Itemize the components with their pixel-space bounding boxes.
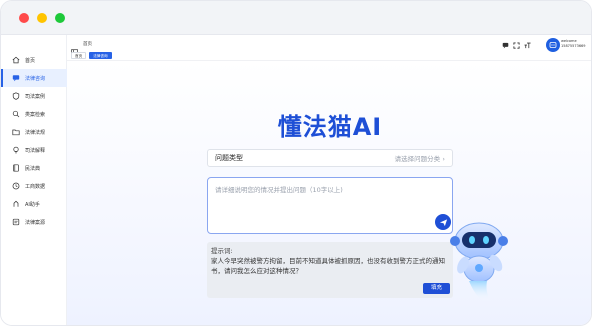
- message-icon[interactable]: [502, 42, 509, 49]
- header-tools: [502, 42, 531, 49]
- select-value: 请选择问题分类 ›: [395, 153, 445, 163]
- maximize-window-button[interactable]: [55, 13, 65, 23]
- main-content: 懂法猫AI 问题类型 请选择问题分类 › 请详细说明您的情况并提出问题（10字以…: [67, 61, 591, 325]
- sidebar-item-label: 法律咨询: [25, 75, 46, 82]
- hint-title: 提示词:: [211, 247, 233, 255]
- user-phone: 15875573669: [561, 44, 586, 48]
- chevron-right-icon: ›: [442, 155, 445, 163]
- question-input[interactable]: 请详细说明您的情况并提出问题（10字以上): [207, 177, 453, 234]
- sidebar-item-ai-assistant[interactable]: AI助手: [1, 195, 67, 213]
- hint-text: 家人今早突然被警方拘留，目前不知道具体被抓原因，也没有收到警方正式的通知书，请问…: [211, 257, 445, 275]
- sidebar-item-case-source[interactable]: 法律案源: [1, 213, 67, 231]
- select-placeholder: 请选择问题分类: [394, 155, 441, 163]
- sidebar-item-label: 类案检索: [25, 111, 46, 118]
- question-type-select[interactable]: 问题类型 请选择问题分类 ›: [207, 149, 453, 167]
- sidebar-item-label: 司法解释: [25, 147, 46, 154]
- robot-icon: [12, 200, 20, 208]
- close-window-button[interactable]: [19, 13, 29, 23]
- user-avatar[interactable]: [546, 38, 560, 52]
- search-icon: [12, 110, 20, 118]
- user-info[interactable]: welcome 15875573669: [561, 39, 586, 49]
- sidebar-item-label: 法律法规: [25, 129, 46, 136]
- select-label: 问题类型: [215, 154, 243, 162]
- window-titlebar: [1, 1, 591, 35]
- page-title: 懂法猫AI: [277, 113, 383, 141]
- sidebar-item-case-search[interactable]: 类案检索: [1, 105, 67, 123]
- sidebar-item-judicial-interpretation[interactable]: 司法解释: [1, 141, 67, 159]
- breadcrumb[interactable]: 首页: [83, 41, 92, 47]
- robot-mascot: [450, 222, 508, 302]
- folder-icon: [12, 128, 20, 136]
- minimize-window-button[interactable]: [37, 13, 47, 23]
- sidebar-item-label: 工商数据: [25, 183, 46, 190]
- top-bar: 首页 首页 法律咨询 welcome 15875573669: [67, 35, 591, 61]
- app-window: 首页 法律咨询 司法案例 类案检索 法律法规 司法解释 民法典 工商数据 AI助…: [0, 0, 592, 326]
- menu-toggle-icon[interactable]: [71, 41, 78, 56]
- book-icon: [12, 164, 20, 172]
- sidebar: 首页 法律咨询 司法案例 类案检索 法律法规 司法解释 民法典 工商数据 AI助…: [1, 35, 67, 325]
- sidebar-item-judicial-cases[interactable]: 司法案例: [1, 87, 67, 105]
- sidebar-item-label: 首页: [25, 57, 36, 64]
- sidebar-item-label: AI助手: [25, 201, 40, 208]
- page-tabs: 首页 法律咨询: [71, 52, 112, 59]
- tab-legal-consult[interactable]: 法律咨询: [89, 52, 112, 59]
- tab-home[interactable]: 首页: [71, 52, 87, 59]
- sidebar-item-laws[interactable]: 法律法规: [1, 123, 67, 141]
- sidebar-item-legal-consult[interactable]: 法律咨询: [1, 69, 67, 87]
- document-icon: [12, 218, 20, 226]
- sidebar-item-label: 司法案例: [25, 93, 46, 100]
- shield-icon: [12, 92, 20, 100]
- chat-icon: [12, 74, 20, 82]
- sidebar-item-label: 民法典: [25, 165, 41, 172]
- prompt-hint: 提示词: 家人今早突然被警方拘留，目前不知道具体被抓原因，也没有收到警方正式的通…: [207, 242, 453, 298]
- bulb-icon: [12, 146, 20, 154]
- question-placeholder: 请详细说明您的情况并提出问题（10字以上): [215, 186, 343, 194]
- home-icon: [12, 56, 20, 64]
- font-size-icon[interactable]: [524, 42, 531, 49]
- building-icon: [12, 182, 20, 190]
- sidebar-item-civil-code[interactable]: 民法典: [1, 159, 67, 177]
- sidebar-item-business-data[interactable]: 工商数据: [1, 177, 67, 195]
- sidebar-item-home[interactable]: 首页: [1, 51, 67, 69]
- fullscreen-icon[interactable]: [513, 42, 520, 49]
- sidebar-item-label: 法律案源: [25, 219, 46, 226]
